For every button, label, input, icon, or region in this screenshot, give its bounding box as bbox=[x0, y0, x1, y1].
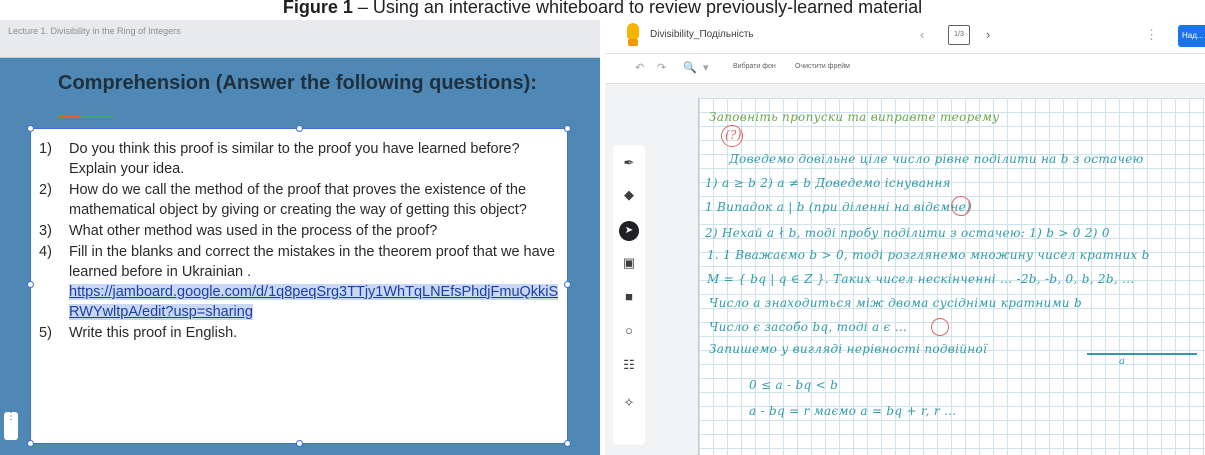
jamboard-logo-icon[interactable] bbox=[627, 23, 639, 47]
handwriting-line: Доведемо довільне ціле число рівне поділ… bbox=[729, 152, 1144, 166]
laser-icon[interactable]: ✧ bbox=[613, 391, 645, 415]
previous-frame-button[interactable]: ‹ bbox=[920, 27, 924, 42]
question-number: 1) bbox=[39, 141, 52, 157]
figure-caption: Figure 1 – Using an interactive whiteboa… bbox=[0, 0, 1205, 20]
red-circle-annotation bbox=[931, 318, 949, 336]
handwriting-line: 1) a ≥ b 2) a ≠ b Доведемо існування bbox=[705, 176, 951, 190]
zoom-icon[interactable]: 🔍 bbox=[683, 61, 697, 74]
resize-handle-bottom[interactable] bbox=[296, 440, 303, 447]
figure-caption-text: – Using an interactive whiteboard to rev… bbox=[352, 0, 923, 17]
slide-topbar: Lecture 1. Divisibility in the Ring of I… bbox=[0, 20, 600, 58]
question-text: Fill in the blanks and correct the mista… bbox=[69, 242, 559, 322]
resize-handle-left[interactable] bbox=[27, 281, 34, 288]
question-number: 5) bbox=[39, 325, 52, 341]
redo-icon[interactable]: ↷ bbox=[657, 61, 666, 74]
handwriting-line: 0 ≤ a - bq < b bbox=[749, 378, 839, 392]
jamboard-header: Divisibility_Подільність ‹ 1/3 › ⋮ Над..… bbox=[605, 20, 1205, 54]
add-image-icon[interactable]: ■ bbox=[613, 285, 645, 309]
handwriting-line: 1. 1 Вважаємо b > 0, тоді розглянемо мно… bbox=[707, 248, 1150, 262]
question-number: 4) bbox=[39, 244, 52, 260]
handwriting-line: Число a знаходиться між двома сусідніми … bbox=[709, 296, 1082, 310]
pen-icon[interactable]: ✒ bbox=[613, 151, 645, 175]
handwriting-line: a - bq = r маємо a = bq + r, r ... bbox=[749, 404, 957, 418]
resize-handle-top-left[interactable] bbox=[27, 125, 34, 132]
slide-panel: Lecture 1. Divisibility in the Ring of I… bbox=[0, 20, 600, 455]
circle-shape-icon[interactable]: ○ bbox=[613, 319, 645, 343]
handwriting-line: Число є засобо bq, тоді a є ... bbox=[709, 320, 908, 334]
red-circle-annotation bbox=[951, 196, 971, 216]
lecture-breadcrumb[interactable]: Lecture 1. Divisibility in the Ring of I… bbox=[8, 26, 181, 36]
jamboard-toolbar: ↶ ↷ 🔍 ▾ Вибрати фон Очистити фрейм bbox=[605, 54, 1205, 84]
resize-handle-bottom-left[interactable] bbox=[27, 440, 34, 447]
question-text: What other method was used in the proces… bbox=[69, 223, 438, 239]
question-item: 5) Write this proof in English. bbox=[39, 323, 559, 343]
resize-handle-top-right[interactable] bbox=[564, 125, 571, 132]
question-text-body: Fill in the blanks and correct the mista… bbox=[69, 244, 555, 280]
title-underline-decoration bbox=[58, 115, 113, 118]
chevron-down-icon[interactable]: ▾ bbox=[703, 61, 709, 74]
question-text: Write this proof in English. bbox=[69, 325, 238, 341]
handwriting-line: 2) Нехай a ∤ b, тоді пробу поділити з ос… bbox=[705, 226, 1110, 240]
question-item: 4) Fill in the blanks and correct the mis… bbox=[39, 242, 559, 322]
select-icon-glyph: ➤ bbox=[619, 221, 639, 241]
question-item: 1) Do you think this proof is similar to … bbox=[39, 139, 559, 179]
question-text: Do you think this proof is similar to th… bbox=[69, 141, 520, 177]
jamboard-window: Divisibility_Подільність ‹ 1/3 › ⋮ Над..… bbox=[605, 20, 1205, 455]
share-button[interactable]: Над... bbox=[1178, 25, 1205, 47]
handwriting-line: Запишемо у вигляді нерівності подвійної bbox=[709, 342, 988, 356]
next-frame-button[interactable]: › bbox=[986, 27, 990, 42]
clear-frame-button[interactable]: Очистити фрейм bbox=[795, 63, 850, 70]
questions-list: 1) Do you think this proof is similar to … bbox=[39, 139, 559, 344]
whiteboard-canvas[interactable]: Заповніть пропуски та виправте теорему (… bbox=[698, 98, 1205, 455]
resize-handle-right[interactable] bbox=[564, 281, 571, 288]
question-number: 3) bbox=[39, 223, 52, 239]
figure-label: Figure 1 bbox=[282, 0, 353, 17]
question-item: 3) What other method was used in the proc… bbox=[39, 221, 559, 241]
eraser-icon[interactable]: ◆ bbox=[613, 183, 645, 207]
questions-text-box[interactable]: 1) Do you think this proof is similar to … bbox=[27, 125, 571, 447]
handwriting-line: 1 Випадок a | b (при діленні на відємне) bbox=[705, 200, 971, 214]
more-options-icon[interactable]: ⋮ bbox=[1145, 27, 1158, 43]
number-line-label: a bbox=[1119, 356, 1126, 367]
red-circle-annotation bbox=[721, 125, 743, 147]
select-icon[interactable]: ➤ bbox=[613, 217, 645, 241]
handwriting-line: Заповніть пропуски та виправте теорему bbox=[709, 110, 1000, 124]
handwriting-line: M = { bq | q ∈ Z }. Таких чисел нескінче… bbox=[707, 272, 1135, 286]
document-title[interactable]: Divisibility_Подільність bbox=[650, 29, 754, 40]
question-number: 2) bbox=[39, 182, 52, 198]
jamboard-link[interactable]: https://jamboard.google.com/d/1q8peqSrg3… bbox=[69, 284, 559, 320]
tools-sidebar: ✒ ◆ ➤ ▣ ■ ○ ☷ ✧ bbox=[613, 145, 645, 445]
question-text: How do we call the method of the proof t… bbox=[69, 182, 527, 218]
slide-side-tab[interactable]: ⋮ bbox=[4, 412, 18, 440]
undo-icon[interactable]: ↶ bbox=[635, 61, 644, 74]
set-background-button[interactable]: Вибрати фон bbox=[733, 63, 776, 70]
number-line-drawing bbox=[1087, 353, 1197, 355]
frame-bar-button[interactable]: 1/3 bbox=[948, 25, 970, 45]
question-item: 2) How do we call the method of the proof… bbox=[39, 180, 559, 220]
sticky-note-icon[interactable]: ▣ bbox=[613, 251, 645, 275]
slide-title: Comprehension (Answer the following ques… bbox=[58, 72, 537, 94]
text-box-icon[interactable]: ☷ bbox=[613, 353, 645, 377]
resize-handle-top[interactable] bbox=[296, 125, 303, 132]
resize-handle-bottom-right[interactable] bbox=[564, 440, 571, 447]
